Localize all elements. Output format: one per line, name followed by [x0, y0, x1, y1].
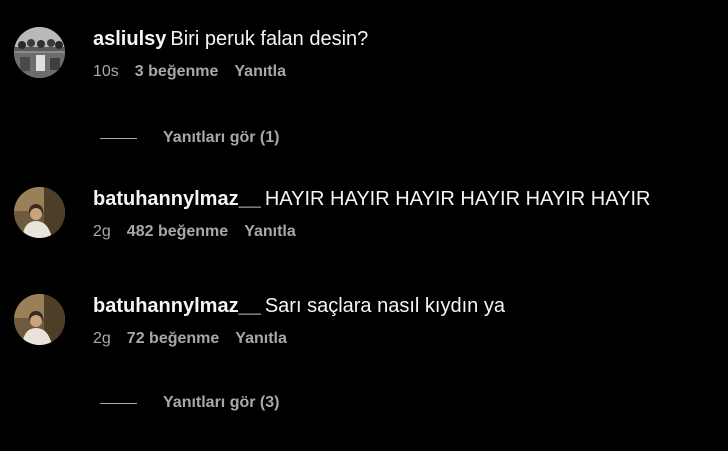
comment-username[interactable]: batuhannylmaz__: [93, 188, 261, 210]
profile-photo-avatar-icon: [14, 294, 65, 345]
avatar[interactable]: [14, 187, 65, 238]
likes-count[interactable]: 3 beğenme: [135, 63, 219, 80]
comment-item: batuhannylmaz__ HAYIR HAYIR HAYIR HAYIR H…: [14, 187, 714, 251]
comment-username[interactable]: batuhannylmaz__: [93, 295, 261, 317]
comment-meta: 10s 3 beğenme Yanıtla: [93, 62, 714, 82]
comment-line: batuhannylmaz__ Sarı saçlara nasıl kıydın…: [93, 294, 714, 318]
avatar[interactable]: [14, 27, 65, 78]
view-replies-label: Yanıtları gör (3): [163, 394, 280, 411]
view-replies-button[interactable]: Yanıtları gör (3): [100, 393, 279, 413]
comment-text: Sarı saçlara nasıl kıydın ya: [264, 295, 505, 317]
group-photo-avatar-icon: [14, 27, 65, 78]
divider-dash: [100, 137, 137, 139]
comment-time: 2g: [93, 330, 111, 347]
likes-count[interactable]: 72 beğenme: [127, 330, 219, 347]
comment-text: Biri peruk falan desin?: [170, 28, 369, 50]
comment-text: HAYIR HAYIR HAYIR HAYIR HAYIR HAYIR: [264, 188, 651, 210]
comment-time: 2g: [93, 223, 111, 240]
view-replies-label: Yanıtları gör (1): [163, 129, 280, 146]
reply-button[interactable]: Yanıtla: [244, 223, 296, 240]
comment-time: 10s: [93, 63, 119, 80]
view-replies-button[interactable]: Yanıtları gör (1): [100, 128, 279, 148]
comment-body: asliulsy Biri peruk falan desin? 10s 3 beğ…: [93, 27, 714, 82]
avatar[interactable]: [14, 294, 65, 345]
comment-line: batuhannylmaz__ HAYIR HAYIR HAYIR HAYIR H…: [93, 187, 714, 211]
comment-item: batuhannylmaz__ Sarı saçlara nasıl kıydın…: [14, 294, 714, 358]
comment-body: batuhannylmaz__ HAYIR HAYIR HAYIR HAYIR H…: [93, 187, 714, 242]
comment-meta: 2g 72 beğenme Yanıtla: [93, 329, 714, 349]
reply-button[interactable]: Yanıtla: [235, 330, 287, 347]
profile-photo-avatar-icon: [14, 187, 65, 238]
comment-username[interactable]: asliulsy: [93, 28, 166, 50]
comment-body: batuhannylmaz__ Sarı saçlara nasıl kıydın…: [93, 294, 714, 349]
reply-button[interactable]: Yanıtla: [234, 63, 286, 80]
likes-count[interactable]: 482 beğenme: [127, 223, 228, 240]
comment-line: asliulsy Biri peruk falan desin?: [93, 27, 714, 51]
comment-item: asliulsy Biri peruk falan desin? 10s 3 beğ…: [14, 27, 714, 91]
divider-dash: [100, 402, 137, 404]
comment-meta: 2g 482 beğenme Yanıtla: [93, 222, 714, 242]
